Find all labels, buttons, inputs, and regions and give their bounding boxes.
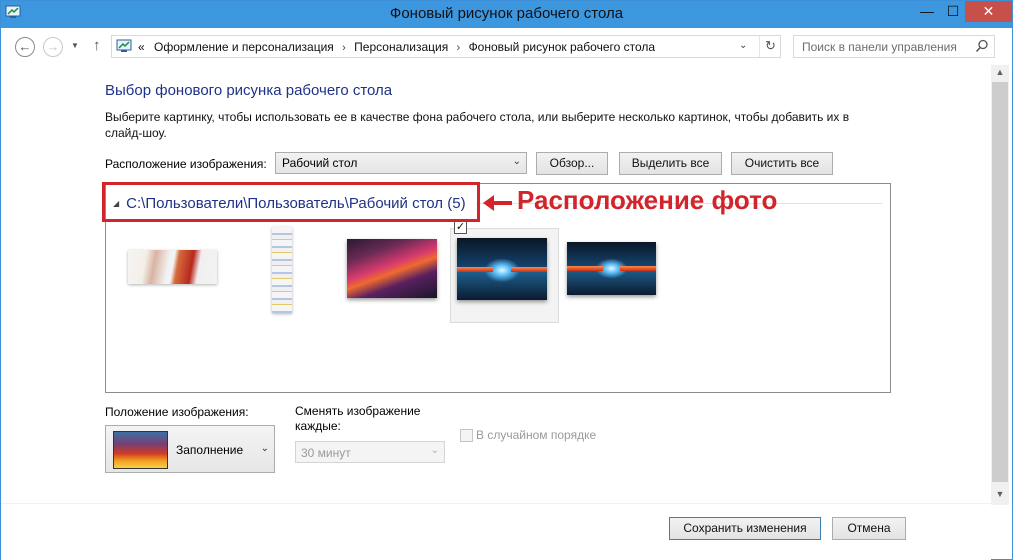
breadcrumb-item-desktop-background[interactable]: Фоновый рисунок рабочего стола <box>469 40 656 54</box>
position-select-value: Заполнение <box>176 443 244 457</box>
minimize-button[interactable]: — <box>914 1 940 22</box>
annotation-label: Расположение фото <box>517 185 778 215</box>
position-preview-image <box>113 431 168 469</box>
browse-button[interactable]: Обзор... <box>536 152 608 175</box>
search-placeholder: Поиск в панели управления <box>802 40 957 54</box>
breadcrumb-overflow[interactable]: « <box>138 40 145 54</box>
breadcrumb-separator[interactable]: › <box>342 42 346 54</box>
page-description: Выберите картинку, чтобы использовать ее… <box>105 110 850 140</box>
change-interval-label: Сменять изображение каждые: <box>295 404 421 433</box>
window-title: Фоновый рисунок рабочего стола <box>389 5 624 22</box>
chevron-down-icon: ⌄ <box>260 443 269 454</box>
page-title: Выбор фонового рисунка рабочего стола <box>105 82 393 99</box>
breadcrumb-item-appearance[interactable]: Оформление и персонализация <box>154 40 334 54</box>
clear-all-button[interactable]: Очистить все <box>731 152 833 175</box>
address-history-chevron-down-icon[interactable]: ⌄ <box>739 40 747 51</box>
wallpaper-thumbnail[interactable] <box>128 250 217 284</box>
change-interval-value: 30 минут <box>301 446 351 460</box>
vertical-scrollbar[interactable]: ▲ ▼ <box>991 65 1009 505</box>
refresh-button[interactable]: ↻ <box>759 36 781 57</box>
save-changes-button[interactable]: Сохранить изменения <box>669 517 821 540</box>
thumbnail-checkbox[interactable]: ✓ <box>454 221 467 234</box>
wallpaper-thumbnail[interactable] <box>272 227 292 313</box>
chevron-down-icon: ⌄ <box>430 445 439 456</box>
scroll-up-arrow-icon[interactable]: ▲ <box>991 67 1009 81</box>
wallpaper-thumbnail-selected[interactable] <box>457 238 547 300</box>
annotation-arrow-icon <box>483 195 512 211</box>
wallpaper-thumbnail[interactable] <box>567 242 656 295</box>
shuffle-label: В случайном порядке <box>476 428 597 442</box>
scroll-down-arrow-icon[interactable]: ▼ <box>991 489 1009 503</box>
position-label: Положение изображения: <box>105 405 249 419</box>
footer-divider <box>1 503 991 504</box>
collapse-triangle-icon[interactable]: ◢ <box>113 199 119 208</box>
wire-graphic <box>567 266 603 271</box>
location-label: Расположение изображения: <box>105 157 267 171</box>
maximize-button[interactable]: ☐ <box>940 1 966 22</box>
folder-group-header[interactable]: ◢ C:\Пользователи\Пользователь\Рабочий ст… <box>113 195 466 212</box>
address-bar[interactable]: « › Оформление и персонализация › Персон… <box>111 35 781 58</box>
breadcrumb-item-personalization[interactable]: Персонализация <box>354 40 448 54</box>
folder-path-text: C:\Пользователи\Пользователь\Рабочий сто… <box>126 195 466 212</box>
search-icon[interactable] <box>975 39 989 53</box>
scrollbar-thumb[interactable] <box>992 82 1008 482</box>
wire-graphic <box>511 267 547 272</box>
title-bar: Фоновый рисунок рабочего стола — ☐ ✕ <box>1 1 1012 28</box>
change-interval-select[interactable]: 30 минут ⌄ <box>295 441 445 463</box>
location-select-value: Рабочий стол <box>282 156 358 170</box>
position-select[interactable]: Заполнение ⌄ <box>105 425 275 473</box>
up-button[interactable]: ↑ <box>93 37 101 54</box>
wire-graphic <box>457 267 493 272</box>
recent-locations-chevron-down-icon[interactable]: ▼ <box>71 41 79 50</box>
select-all-button[interactable]: Выделить все <box>619 152 722 175</box>
wallpaper-thumbnail[interactable] <box>347 239 437 298</box>
chevron-down-icon: ⌄ <box>512 156 521 167</box>
cancel-button[interactable]: Отмена <box>832 517 906 540</box>
back-button[interactable]: ← <box>15 37 35 57</box>
window: Фоновый рисунок рабочего стола — ☐ ✕ ← →… <box>0 0 1013 560</box>
navigation-bar: ← → ▼ ↑ « › Оформление и персонализация … <box>1 29 1012 65</box>
forward-button[interactable]: → <box>43 37 63 57</box>
wire-graphic <box>620 266 656 271</box>
breadcrumb-separator[interactable]: › <box>457 42 461 54</box>
breadcrumb: « › Оформление и персонализация › Персон… <box>138 40 655 54</box>
location-select[interactable]: Рабочий стол ⌄ <box>275 152 527 174</box>
control-panel-icon <box>116 39 132 52</box>
search-input[interactable]: Поиск в панели управления <box>793 35 995 58</box>
close-button[interactable]: ✕ <box>965 1 1012 22</box>
shuffle-checkbox[interactable] <box>460 429 473 442</box>
